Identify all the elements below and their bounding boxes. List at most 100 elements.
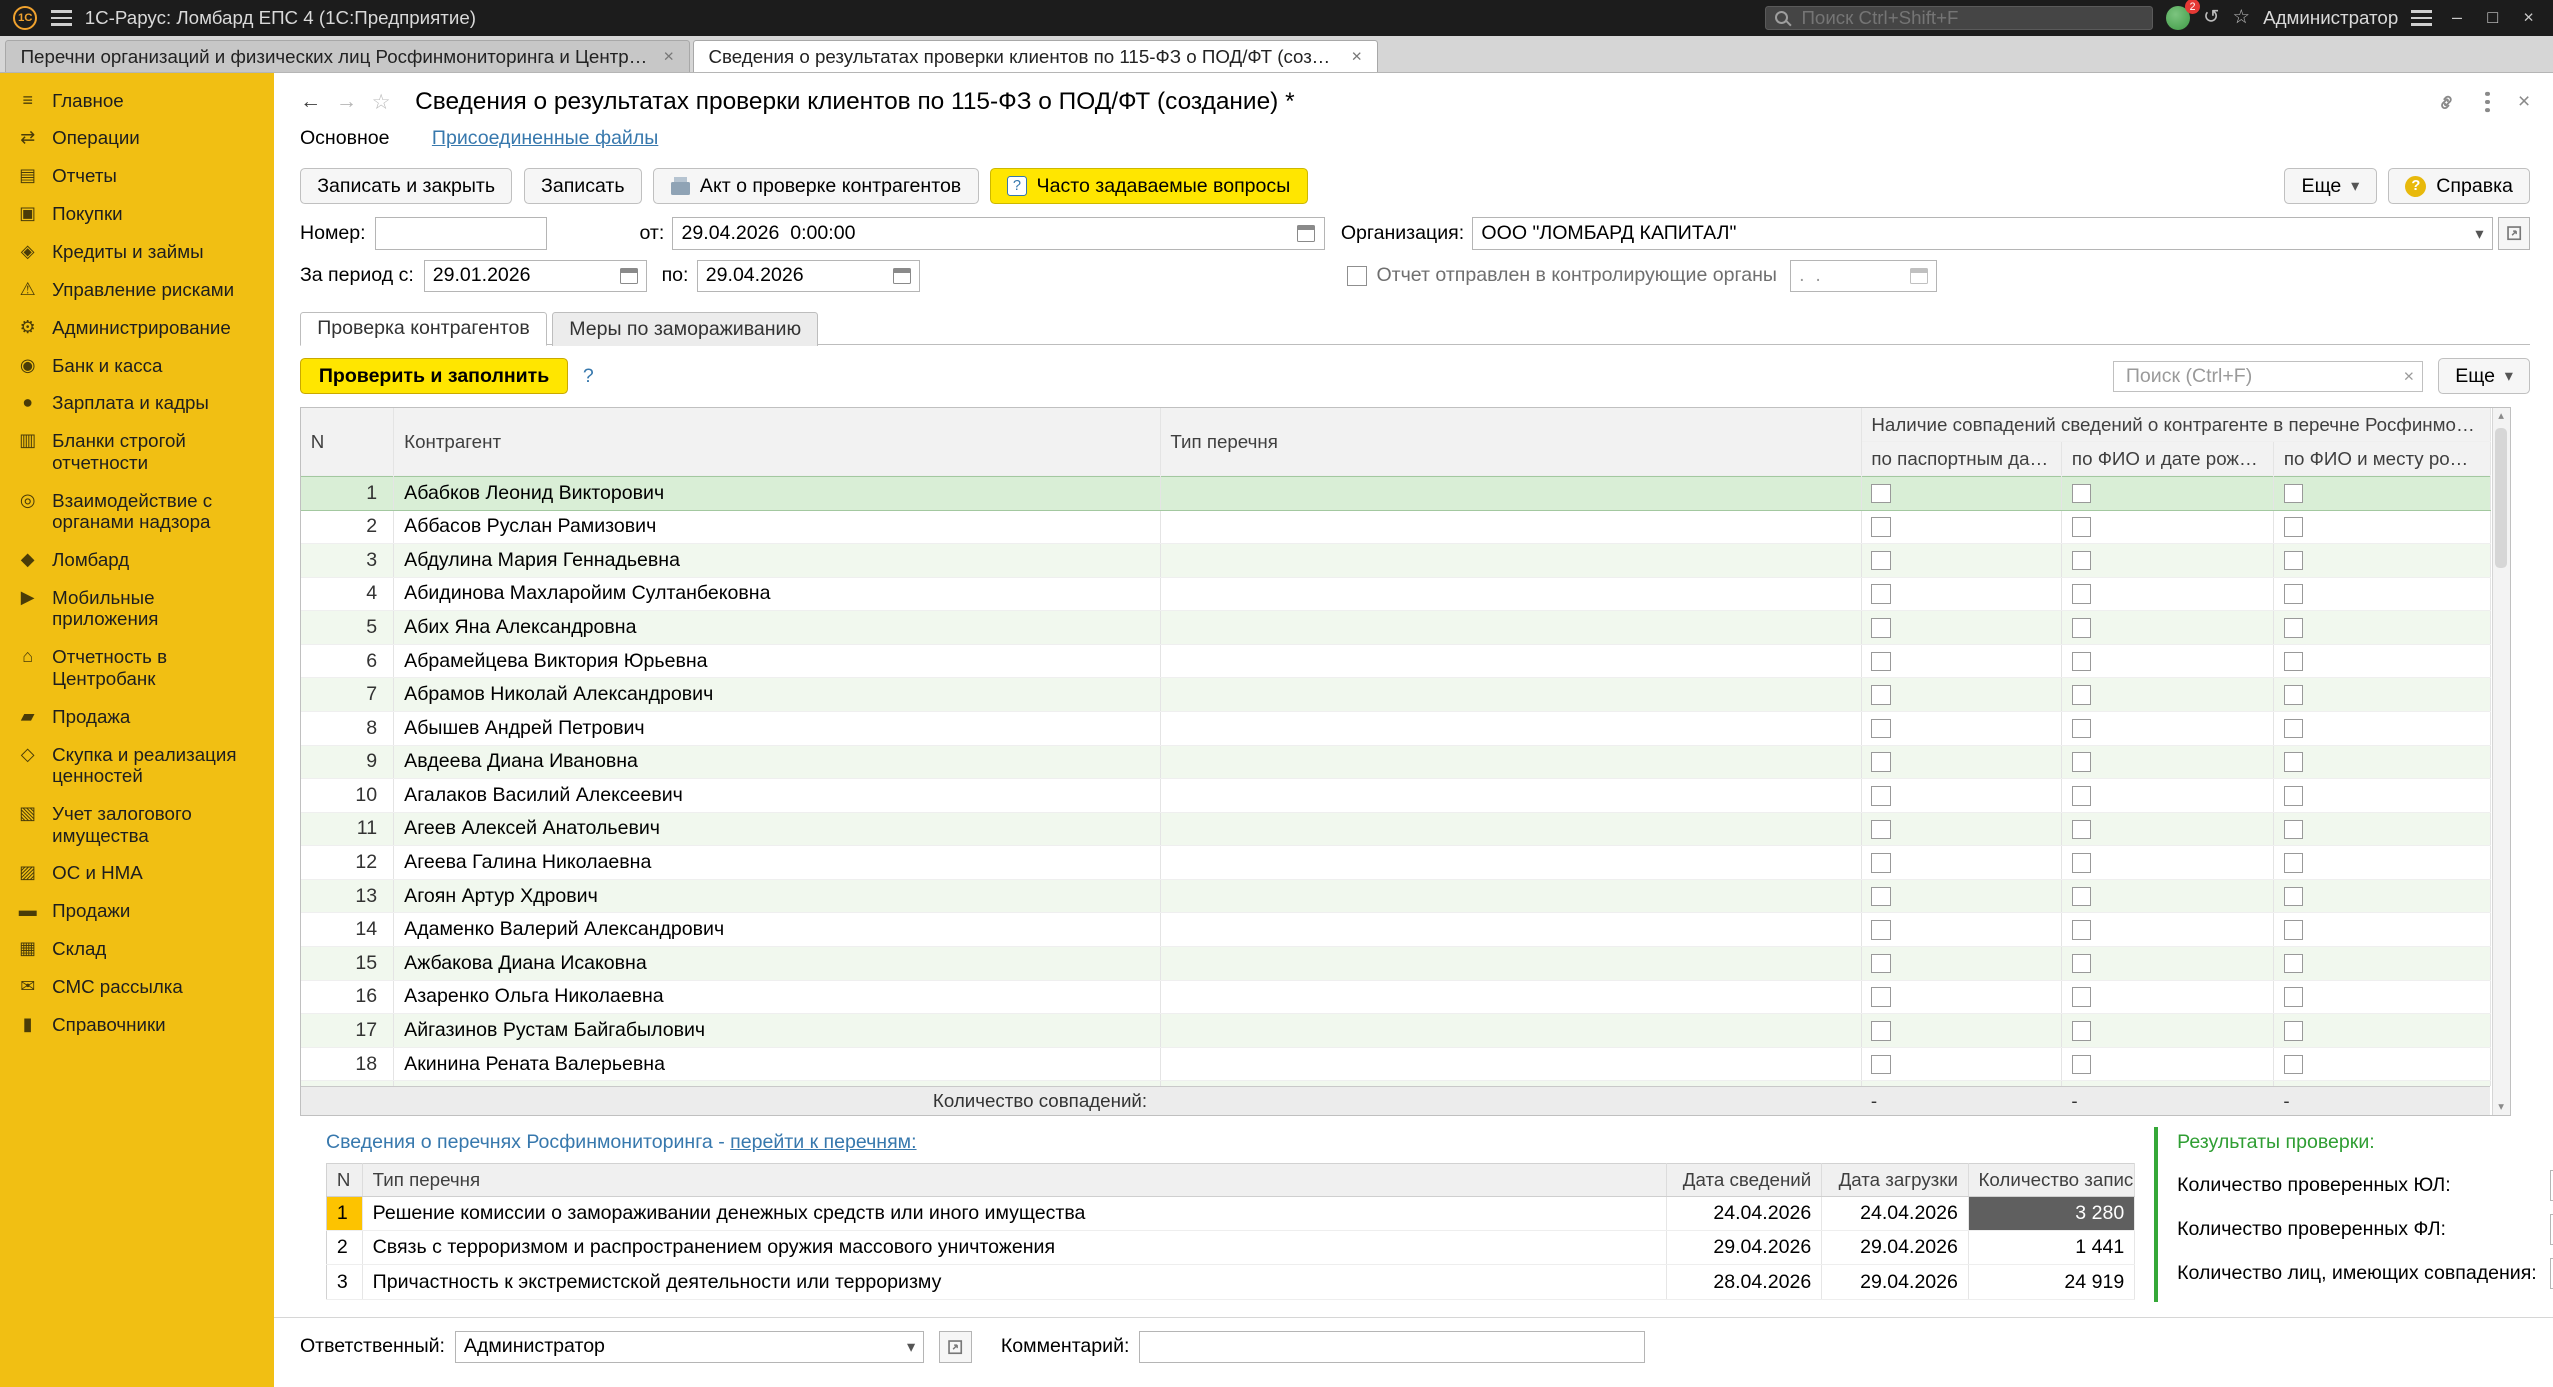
table-row[interactable]: 14 Адаменко Валерий Александрович bbox=[300, 912, 2491, 948]
match-name-birthdate-checkbox[interactable] bbox=[2071, 618, 2092, 638]
list-row[interactable]: 3 Причастность к экстремистской деятельно… bbox=[326, 1264, 2135, 1300]
save-close-button[interactable]: Записать и закрыть bbox=[299, 168, 513, 205]
sidebar-item-12[interactable]: ◆ Ломбард bbox=[0, 541, 274, 579]
comment-input[interactable] bbox=[1148, 1335, 1636, 1359]
match-name-birthdate-checkbox[interactable] bbox=[2071, 584, 2092, 605]
calendar-icon[interactable] bbox=[892, 267, 911, 285]
match-name-birthplace-checkbox[interactable] bbox=[2283, 651, 2304, 672]
col-header-n[interactable]: N bbox=[300, 408, 395, 476]
get-link-icon[interactable] bbox=[2435, 91, 2458, 114]
organization-input[interactable] bbox=[1481, 222, 2469, 246]
col-header-by-name-birthdate[interactable]: по ФИО и дате рождения bbox=[2061, 441, 2275, 476]
calendar-icon[interactable] bbox=[1909, 267, 1928, 285]
col-header-counterparty[interactable]: Контрагент bbox=[393, 408, 1161, 476]
table-row[interactable]: 8 Абышев Андрей Петрович bbox=[300, 711, 2491, 746]
list-row[interactable]: 2 Связь с терроризмом и распространением … bbox=[326, 1230, 2135, 1266]
match-name-birthdate-checkbox[interactable] bbox=[2071, 886, 2092, 907]
sidebar-item-18[interactable]: ▨ ОС и НМА bbox=[0, 854, 274, 892]
match-passport-checkbox[interactable] bbox=[1871, 651, 1891, 672]
sidebar-item-3[interactable]: ▤ Отчеты bbox=[0, 157, 274, 195]
help-button[interactable]: Справка bbox=[2387, 168, 2531, 205]
main-menu-icon[interactable] bbox=[50, 10, 72, 26]
tab-freezing-measures[interactable]: Меры по замораживанию bbox=[551, 311, 819, 346]
sidebar-item-2[interactable]: ⇄ Операции bbox=[0, 119, 274, 157]
service-menu-icon[interactable] bbox=[2411, 10, 2433, 26]
sidebar-item-15[interactable]: ▰ Продажа bbox=[0, 698, 274, 736]
match-name-birthplace-checkbox[interactable] bbox=[2283, 718, 2304, 739]
table-row[interactable]: 16 Азаренко Ольга Николаевна bbox=[300, 980, 2491, 1015]
match-name-birthdate-checkbox[interactable] bbox=[2071, 752, 2092, 772]
col-header-by-passport[interactable]: по паспортным данным bbox=[1861, 441, 2063, 476]
current-user-label[interactable]: Администратор bbox=[2263, 7, 2398, 29]
table-row[interactable]: 15 Ажбакова Диана Исаковна bbox=[300, 946, 2491, 981]
vertical-scrollbar[interactable] bbox=[2491, 408, 2510, 1115]
close-tab-icon[interactable] bbox=[1351, 46, 1361, 67]
close-window-button[interactable] bbox=[2517, 7, 2540, 28]
scrollbar-thumb[interactable] bbox=[2495, 427, 2507, 569]
match-passport-checkbox[interactable] bbox=[1871, 584, 1891, 605]
match-passport-checkbox[interactable] bbox=[1871, 550, 1891, 571]
sidebar-item-4[interactable]: ▣ Покупки bbox=[0, 195, 274, 233]
match-name-birthplace-checkbox[interactable] bbox=[2283, 584, 2304, 605]
col-header-by-name-birthplace[interactable]: по ФИО и месту рождения bbox=[2273, 441, 2491, 476]
scroll-up-icon[interactable] bbox=[2498, 408, 2504, 424]
match-passport-checkbox[interactable] bbox=[1871, 718, 1891, 739]
report-sent-checkbox[interactable] bbox=[1347, 266, 1367, 286]
match-name-birthplace-checkbox[interactable] bbox=[2283, 953, 2304, 974]
match-name-birthdate-checkbox[interactable] bbox=[2071, 550, 2092, 571]
go-to-lists-link[interactable]: перейти к перечням: bbox=[730, 1131, 916, 1153]
match-passport-checkbox[interactable] bbox=[1871, 517, 1891, 537]
lists-col-n[interactable]: N bbox=[326, 1163, 363, 1198]
sidebar-item-6[interactable]: ⚠ Управление рисками bbox=[0, 271, 274, 309]
report-sent-date-input[interactable] bbox=[1799, 264, 1904, 288]
act-print-button[interactable]: Акт о проверке контрагентов bbox=[653, 168, 979, 205]
table-row[interactable]: 17 Айгазинов Рустам Байгабылович bbox=[300, 1013, 2491, 1048]
match-name-birthplace-checkbox[interactable] bbox=[2283, 1054, 2304, 1075]
responsible-open-button[interactable] bbox=[938, 1330, 972, 1364]
match-passport-checkbox[interactable] bbox=[1871, 987, 1891, 1007]
match-name-birthplace-checkbox[interactable] bbox=[2283, 1021, 2304, 1041]
more-menu-icon[interactable] bbox=[2485, 99, 2491, 105]
match-passport-checkbox[interactable] bbox=[1871, 618, 1891, 638]
number-input[interactable] bbox=[384, 222, 538, 246]
tab-check-counterparties[interactable]: Проверка контрагентов bbox=[299, 311, 548, 346]
calendar-icon[interactable] bbox=[1297, 225, 1316, 242]
dropdown-icon[interactable] bbox=[907, 1337, 915, 1357]
faq-button[interactable]: Часто задаваемые вопросы bbox=[989, 168, 1308, 205]
forward-button[interactable] bbox=[336, 90, 357, 114]
match-passport-checkbox[interactable] bbox=[1871, 953, 1891, 974]
sidebar-item-7[interactable]: ⚙ Администрирование bbox=[0, 309, 274, 347]
list-row[interactable]: 1 Решение комиссии о замораживании денежн… bbox=[326, 1196, 2135, 1232]
scroll-down-icon[interactable] bbox=[2498, 1099, 2504, 1115]
match-name-birthdate-checkbox[interactable] bbox=[2071, 718, 2092, 739]
match-name-birthdate-checkbox[interactable] bbox=[2071, 853, 2092, 873]
table-row[interactable]: 6 Абрамейцева Виктория Юрьевна bbox=[300, 644, 2491, 679]
minimize-button[interactable] bbox=[2446, 7, 2469, 28]
lists-col-load-date[interactable]: Дата загрузки bbox=[1821, 1163, 1969, 1198]
sidebar-item-14[interactable]: ⌂ Отчетность в Центробанк bbox=[0, 638, 274, 697]
table-row[interactable]: 13 Агоян Артур Хдрович bbox=[300, 879, 2491, 914]
match-name-birthplace-checkbox[interactable] bbox=[2283, 819, 2304, 840]
organization-open-button[interactable] bbox=[2497, 217, 2531, 250]
match-name-birthdate-checkbox[interactable] bbox=[2071, 785, 2092, 806]
col-header-list-type[interactable]: Тип перечня bbox=[1160, 408, 1862, 476]
clear-search-icon[interactable] bbox=[2404, 366, 2414, 387]
responsible-input[interactable] bbox=[463, 1335, 901, 1359]
match-name-birthplace-checkbox[interactable] bbox=[2283, 785, 2304, 806]
match-name-birthplace-checkbox[interactable] bbox=[2283, 483, 2304, 504]
sidebar-item-17[interactable]: ▧ Учет залогового имущества bbox=[0, 795, 274, 854]
favorites-icon[interactable] bbox=[2233, 8, 2251, 28]
match-passport-checkbox[interactable] bbox=[1871, 785, 1891, 806]
nav-tab-attached-files[interactable]: Присоединенные файлы bbox=[432, 127, 658, 150]
dropdown-icon[interactable] bbox=[2475, 224, 2483, 244]
period-from-input[interactable] bbox=[432, 264, 614, 288]
match-name-birthdate-checkbox[interactable] bbox=[2071, 1054, 2092, 1075]
sidebar-item-20[interactable]: ▦ Склад bbox=[0, 930, 274, 968]
match-name-birthplace-checkbox[interactable] bbox=[2283, 987, 2304, 1007]
match-passport-checkbox[interactable] bbox=[1871, 920, 1891, 940]
lists-col-type[interactable]: Тип перечня bbox=[362, 1163, 1668, 1198]
table-row[interactable]: 5 Абих Яна Александровна bbox=[300, 610, 2491, 645]
lists-col-data-date[interactable]: Дата сведений bbox=[1666, 1163, 1822, 1198]
match-passport-checkbox[interactable] bbox=[1871, 752, 1891, 772]
match-name-birthplace-checkbox[interactable] bbox=[2283, 685, 2304, 705]
